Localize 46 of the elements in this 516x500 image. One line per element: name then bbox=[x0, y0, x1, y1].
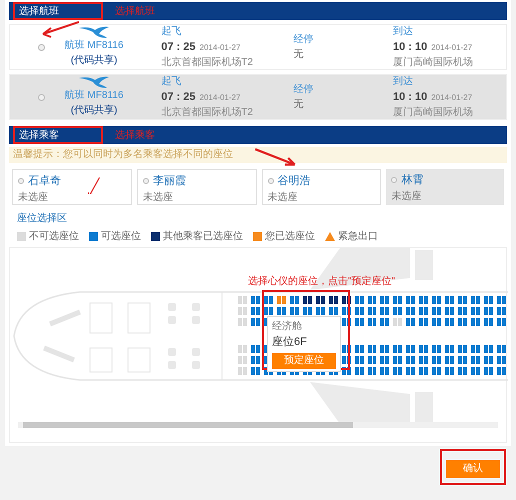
annotation-text: 选择航班 bbox=[115, 4, 155, 18]
stop-value: 无 bbox=[293, 98, 304, 112]
arrive-label: 到达 bbox=[392, 74, 414, 89]
flight-number: 航班 MF8116 bbox=[64, 88, 124, 103]
seat-label: 座位6F bbox=[272, 334, 308, 350]
seat-area-title: 座位选择区 bbox=[17, 212, 68, 226]
legend-label: 紧急出口 bbox=[338, 230, 378, 244]
section-title: 选择航班 bbox=[13, 2, 103, 20]
codeshare-label: (代码共享) bbox=[70, 104, 118, 118]
seat-status: 未选座 bbox=[142, 190, 174, 204]
depart-label: 起飞 bbox=[161, 74, 182, 89]
seat-status: 未选座 bbox=[18, 190, 49, 204]
legend-label: 不可选座位 bbox=[29, 230, 79, 244]
legend-label: 您已选座位 bbox=[265, 230, 315, 244]
seat-status: 未选座 bbox=[268, 190, 298, 204]
depart-time: 07 : 25 bbox=[161, 90, 196, 105]
seat-status: 未选座 bbox=[391, 190, 422, 204]
legend-label: 可选座位 bbox=[101, 230, 141, 244]
passenger-name: 林霄 bbox=[401, 173, 424, 188]
depart-airport: 北京首都国际机场T2 bbox=[161, 106, 254, 120]
hint-bar: 温馨提示：您可以同时为多名乘客选择不同的座位 bbox=[9, 147, 507, 163]
section-title: 选择乘客 bbox=[13, 126, 103, 144]
depart-label: 起飞 bbox=[161, 24, 182, 39]
stop-value: 无 bbox=[293, 48, 304, 62]
arrive-airport: 厦门高崎国际机场 bbox=[392, 106, 474, 120]
arrive-time: 10 : 10 bbox=[392, 40, 428, 55]
stop-label: 经停 bbox=[293, 83, 314, 97]
annotation-text: 选择乘客 bbox=[115, 128, 155, 142]
legend-label: 其他乘客已选座位 bbox=[163, 230, 243, 244]
codeshare-label: (代码共享) bbox=[70, 54, 118, 68]
arrive-date: 2014-01-27 bbox=[431, 92, 472, 104]
arrive-date: 2014-01-27 bbox=[431, 42, 472, 54]
cabin-label: 经济舱 bbox=[272, 320, 303, 334]
flight-number: 航班 MF8116 bbox=[64, 38, 124, 53]
passenger-name: 李丽霞 bbox=[152, 174, 186, 189]
depart-airport: 北京首都国际机场T2 bbox=[161, 56, 254, 70]
arrive-label: 到达 bbox=[392, 24, 414, 39]
passenger-name: 石卓奇 bbox=[28, 174, 61, 189]
annotation-text: 选择心仪的座位，点击"预定座位" bbox=[248, 274, 396, 289]
stop-label: 经停 bbox=[293, 33, 314, 47]
arrive-airport: 厦门高崎国际机场 bbox=[392, 56, 474, 70]
depart-time: 07 : 25 bbox=[161, 40, 196, 55]
passenger-name: 谷明浩 bbox=[278, 174, 310, 189]
depart-date: 2014-01-27 bbox=[200, 92, 240, 104]
depart-date: 2014-01-27 bbox=[200, 42, 240, 54]
arrive-time: 10 : 10 bbox=[392, 90, 428, 105]
